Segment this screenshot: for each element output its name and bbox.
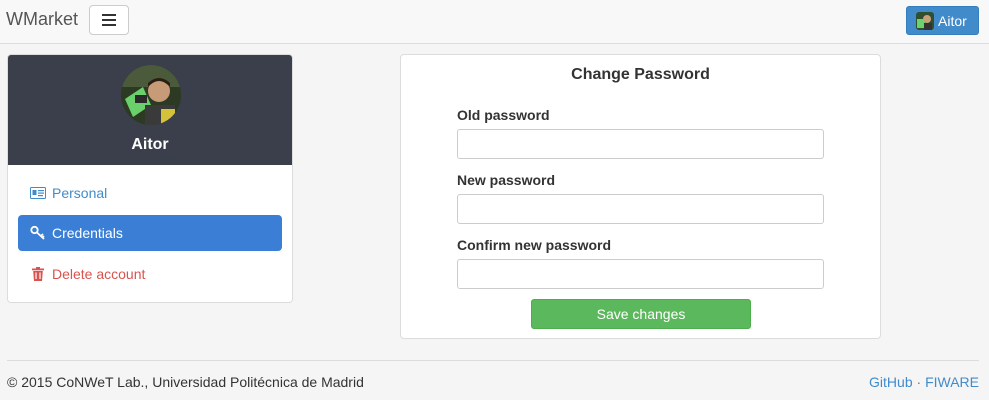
confirm-password-label: Confirm new password [457,237,612,253]
footer-divider [7,360,979,361]
change-password-panel: Change Password Old password New passwor… [400,54,881,339]
new-password-field[interactable] [457,194,824,224]
id-card-icon [30,185,46,201]
footer-separator: · [916,374,922,390]
profile-name: Aitor [131,136,169,153]
panel-title: Change Password [571,66,710,83]
footer-links: GitHub · FIWARE [869,374,979,390]
save-changes-button[interactable]: Save changes [531,299,751,329]
brand-logo[interactable]: WMarket [6,9,78,29]
sidebar-item-credentials[interactable]: Credentials [18,215,282,251]
fiware-link[interactable]: FIWARE [925,374,979,390]
sidebar-item-label: Delete account [52,266,146,282]
old-password-label: Old password [457,107,550,123]
top-navbar: WMarket Aitor [0,0,989,44]
profile-panel: Aitor Personal Credentials Delete accoun… [7,54,293,303]
user-menu-button[interactable]: Aitor [906,6,979,35]
key-icon [30,225,46,241]
trash-icon [30,266,46,282]
user-menu-label: Aitor [938,12,967,29]
hamburger-icon [102,14,116,26]
footer-copyright: © 2015 CoNWeT Lab., Universidad Politécn… [7,374,364,390]
sidebar-item-label: Personal [52,185,108,201]
menu-toggle-button[interactable] [89,5,129,35]
sidebar-item-label: Credentials [52,225,123,241]
sidebar-item-personal[interactable]: Personal [18,175,282,211]
avatar [121,65,181,125]
github-link[interactable]: GitHub [869,374,913,390]
new-password-label: New password [457,172,556,188]
user-avatar-icon [916,11,934,30]
confirm-password-field[interactable] [457,259,824,289]
profile-header: Aitor [8,55,292,165]
sidebar-item-delete-account[interactable]: Delete account [18,256,282,292]
old-password-field[interactable] [457,129,824,159]
